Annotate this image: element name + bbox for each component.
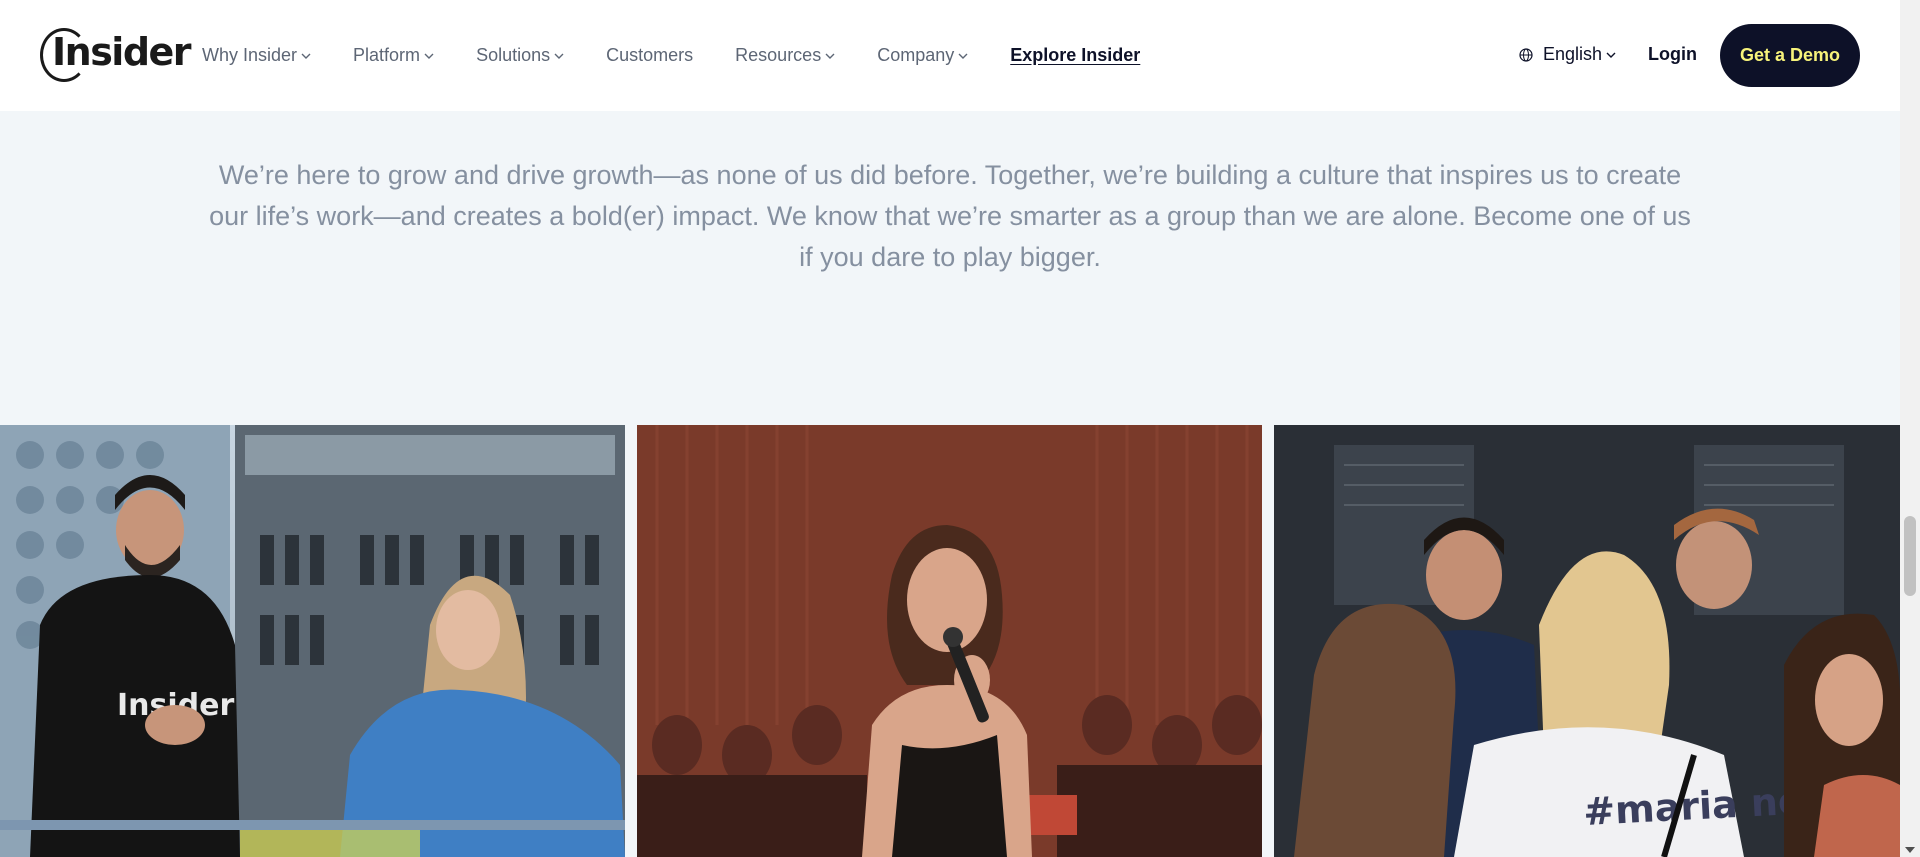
main-nav: Why Insider Platform Solutions Customers… [202, 0, 1182, 111]
nav-label: Customers [606, 45, 694, 65]
chevron-down-icon [825, 53, 835, 59]
intro-paragraph: We’re here to grow and drive growth—as n… [209, 160, 1691, 272]
language-selector[interactable]: English [1519, 44, 1616, 65]
nav-platform[interactable]: Platform [353, 45, 434, 66]
chevron-down-icon [958, 53, 968, 59]
scroll-down-arrow-icon[interactable] [1905, 847, 1915, 853]
balcony-photo-illustration: Insider [0, 425, 625, 857]
team-photo-balcony: Insider [0, 425, 625, 857]
chevron-down-icon [301, 53, 311, 59]
team-photo-group: #maria never [1274, 425, 1900, 857]
chevron-down-icon [424, 53, 434, 59]
chevron-down-icon [554, 53, 564, 59]
insider-logo[interactable]: Insider [40, 26, 192, 84]
nav-label: Why Insider [202, 45, 298, 65]
nav-label: Platform [353, 45, 421, 65]
nav-company[interactable]: Company [877, 45, 968, 66]
globe-icon [1519, 47, 1533, 62]
logo-mark: Insider [40, 26, 192, 84]
nav-customers[interactable]: Customers [606, 45, 693, 66]
nav-solutions[interactable]: Solutions [476, 45, 564, 66]
nav-resources[interactable]: Resources [735, 45, 835, 66]
scrollbar-thumb[interactable] [1904, 516, 1916, 596]
nav-why-insider[interactable]: Why Insider [202, 45, 311, 66]
team-photo-speaker [637, 425, 1262, 857]
language-label: English [1543, 44, 1603, 64]
get-a-demo-button[interactable]: Get a Demo [1720, 24, 1860, 87]
group-photo-illustration: #maria never [1274, 425, 1900, 857]
speaker-photo-illustration [637, 425, 1262, 857]
nav-label: Company [877, 45, 955, 65]
site-header: Insider Why Insider Platform Solutions C… [0, 0, 1900, 111]
logo-text: Insider [52, 30, 192, 74]
nav-label: Solutions [476, 45, 551, 65]
nav-explore-insider[interactable]: Explore Insider [1010, 45, 1140, 66]
nav-label: Resources [735, 45, 822, 65]
page-scrollbar[interactable] [1900, 0, 1920, 857]
login-link[interactable]: Login [1648, 44, 1697, 65]
nav-label: Explore Insider [1010, 45, 1141, 65]
chevron-down-icon [1606, 52, 1616, 58]
